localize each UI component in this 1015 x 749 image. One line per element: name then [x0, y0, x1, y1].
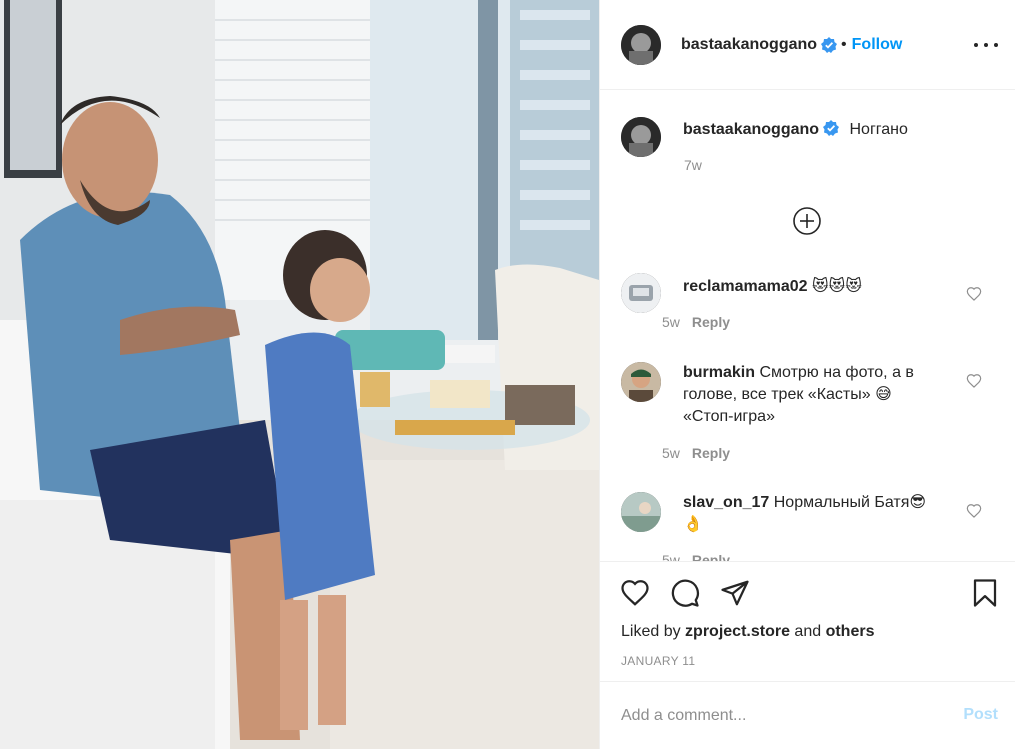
commenter-avatar[interactable]: [621, 362, 661, 402]
caption: bastaakanoggano Ноггано: [621, 117, 908, 157]
caption-body: bastaakanoggano Ноггано: [683, 119, 908, 157]
caption-username[interactable]: bastaakanoggano: [683, 121, 819, 138]
header-separator: •: [841, 35, 847, 53]
liked-others[interactable]: others: [826, 623, 875, 640]
comment-username[interactable]: reclamamama02: [683, 278, 808, 295]
liked-user[interactable]: zproject.store: [685, 623, 790, 640]
comment-input[interactable]: [621, 704, 941, 728]
comment-item: reclamamama02 😻😻😻: [621, 273, 1001, 313]
author-username[interactable]: bastaakanoggano: [681, 36, 817, 54]
comment-username[interactable]: slav_on_17: [683, 494, 769, 511]
comment-username[interactable]: burmakin: [683, 364, 755, 381]
heart-icon[interactable]: [620, 578, 650, 608]
reply-button[interactable]: Reply: [692, 314, 730, 330]
comment-body: burmakin Смотрю на фото, а в голове, все…: [683, 362, 945, 428]
more-options-button[interactable]: [974, 36, 998, 54]
comment-body: reclamamama02 😻😻😻: [683, 276, 945, 313]
post-photo[interactable]: [0, 0, 599, 749]
comment-body: slav_on_17 Нормальный Батя😎👌: [683, 492, 945, 536]
avatar-image: [621, 362, 661, 402]
comment-meta: 5w Reply: [662, 314, 730, 330]
follow-button[interactable]: Follow: [852, 36, 903, 54]
bookmark-icon[interactable]: [970, 578, 1000, 608]
likes-summary: Liked by zproject.store and others: [621, 623, 874, 641]
comment-time[interactable]: 5w: [662, 445, 680, 461]
author-avatar[interactable]: [621, 24, 661, 65]
avatar-image: [621, 273, 661, 313]
paper-plane-icon[interactable]: [720, 578, 750, 608]
heart-icon[interactable]: [966, 286, 982, 302]
reply-button[interactable]: Reply: [692, 445, 730, 461]
reply-button[interactable]: Reply: [692, 552, 730, 561]
avatar-image: [621, 24, 661, 65]
avatar-image: [621, 117, 661, 157]
liked-prefix: Liked by: [621, 623, 681, 640]
verified-badge-icon: [821, 36, 838, 53]
comment-item: burmakin Смотрю на фото, а в голове, все…: [621, 362, 1001, 428]
action-bar: Liked by zproject.store and others JANUA…: [600, 561, 1015, 681]
speech-bubble-icon[interactable]: [670, 578, 700, 608]
commenter-avatar[interactable]: [621, 273, 661, 313]
comment-meta: 5w Reply: [662, 552, 730, 561]
post-header: bastaakanoggano • Follow: [600, 0, 1015, 90]
ellipsis-icon: [974, 43, 978, 47]
caption-text: Ноггано: [849, 121, 908, 138]
liked-and: and: [794, 623, 822, 640]
heart-icon[interactable]: [966, 373, 982, 389]
post-date[interactable]: JANUARY 11: [621, 654, 695, 668]
post-photo-image: [0, 0, 599, 749]
caption-timestamp[interactable]: 7w: [684, 157, 702, 173]
comment-time[interactable]: 5w: [662, 314, 680, 330]
commenter-avatar[interactable]: [621, 492, 661, 532]
comment-meta: 5w Reply: [662, 445, 730, 461]
comment-text: 😻😻😻: [812, 278, 863, 295]
post-comment-button[interactable]: Post: [963, 706, 998, 724]
post-panel: bastaakanoggano • Follow bastaakanoggano: [599, 0, 1015, 749]
add-comment-bar: Post: [600, 681, 1015, 749]
caption-avatar[interactable]: [621, 117, 661, 157]
avatar-image: [621, 492, 661, 532]
heart-icon[interactable]: [966, 503, 982, 519]
comments-section[interactable]: bastaakanoggano Ноггано 7w reclamamama02…: [600, 91, 1015, 561]
verified-badge-icon: [823, 120, 840, 136]
comment-time[interactable]: 5w: [662, 552, 680, 561]
plus-circle-icon[interactable]: [792, 206, 822, 236]
comment-item: slav_on_17 Нормальный Батя😎👌: [621, 492, 1001, 536]
